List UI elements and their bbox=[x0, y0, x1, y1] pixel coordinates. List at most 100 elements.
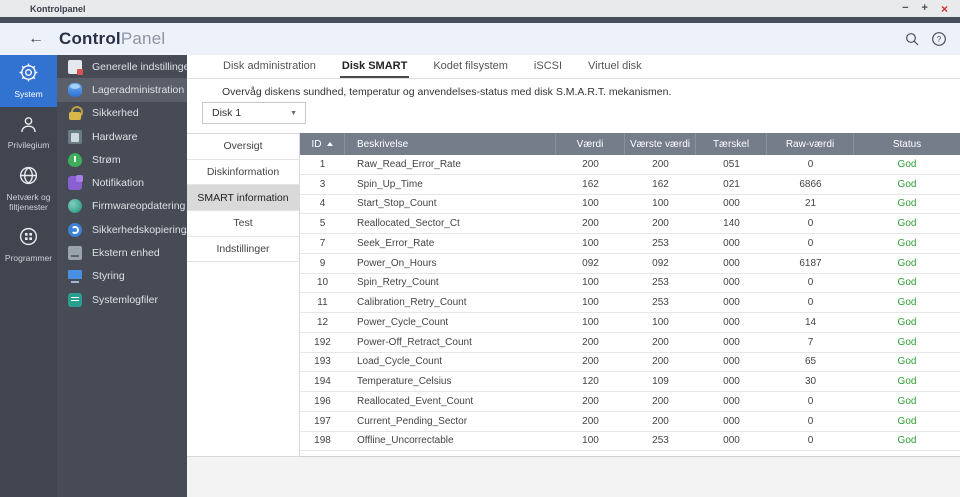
search-icon[interactable] bbox=[904, 31, 920, 47]
table-cell: 021 bbox=[723, 178, 740, 190]
table-cell: 0 bbox=[807, 237, 814, 249]
status-badge: God bbox=[897, 395, 917, 407]
storage-icon bbox=[68, 82, 82, 97]
external-device-icon bbox=[68, 246, 82, 261]
table-cell: 120 bbox=[582, 376, 599, 388]
table-cell: 200 bbox=[582, 415, 599, 427]
table-cell: 000 bbox=[723, 316, 740, 328]
general-settings-icon bbox=[68, 59, 83, 75]
table-row[interactable]: 193 Load_Cycle_Count 200 200 000 65 God bbox=[300, 352, 960, 373]
sidebar-item-notifikation[interactable]: Notifikation bbox=[57, 171, 187, 194]
table-row[interactable]: 197 Current_Pending_Sector 200 200 000 0 God bbox=[300, 411, 960, 432]
table-row[interactable]: 12 Power_Cycle_Count 100 100 000 14 God bbox=[300, 313, 960, 333]
column-header-id[interactable]: ID bbox=[300, 133, 345, 155]
table-cell: 051 bbox=[723, 158, 740, 170]
table-cell: 253 bbox=[652, 435, 669, 447]
table-cell: Offline_Uncorrectable bbox=[357, 435, 454, 447]
table-cell: 192 bbox=[314, 336, 331, 348]
rail-item-programmer[interactable]: Programmer bbox=[0, 219, 57, 271]
apps-icon bbox=[18, 226, 39, 254]
table-cell: 6866 bbox=[799, 178, 822, 190]
table-row[interactable]: 5 Reallocated_Sector_Ct 200 200 140 0 God bbox=[300, 214, 960, 234]
table-cell: 200 bbox=[582, 158, 599, 170]
header-actions: ? bbox=[904, 31, 947, 47]
tab-disk-administration[interactable]: Disk administration bbox=[221, 55, 318, 78]
sidebar-item-lageradministration[interactable]: Lageradministration bbox=[57, 78, 187, 102]
table-row[interactable]: 9 Power_On_Hours 092 092 000 6187 God bbox=[300, 253, 960, 274]
tab-disk-smart[interactable]: Disk SMART bbox=[339, 55, 410, 78]
smart-description: Overvåg diskens sundhed, temperatur og a… bbox=[222, 86, 672, 98]
column-header-status[interactable]: Status bbox=[854, 133, 960, 155]
monitor-icon bbox=[68, 269, 82, 284]
window-title: Kontrolpanel bbox=[30, 3, 86, 14]
sidebar-item-sikkerhed[interactable]: Sikkerhed bbox=[57, 102, 187, 125]
column-header-beskrivelse[interactable]: Beskrivelse bbox=[345, 133, 556, 155]
sidebar-item-ekstern-enhed[interactable]: Ekstern enhed bbox=[57, 241, 187, 264]
column-header-label: Værste værdi bbox=[629, 138, 690, 150]
status-badge: God bbox=[897, 316, 917, 328]
table-cell: 100 bbox=[652, 316, 669, 328]
table-cell: 000 bbox=[723, 257, 740, 269]
sidebar-item-firmwareopdatering[interactable]: Firmwareopdatering bbox=[57, 195, 187, 218]
tab-kodet-filsystem[interactable]: Kodet filsystem bbox=[431, 55, 510, 78]
globe-icon bbox=[18, 165, 39, 193]
disk-select-value: Disk 1 bbox=[212, 107, 242, 119]
rail-item-privilegium[interactable]: Privilegium bbox=[0, 107, 57, 159]
column-header-v-rste-v-rdi[interactable]: Værste værdi bbox=[625, 133, 696, 155]
table-row[interactable]: 4 Start_Stop_Count 100 100 000 21 God bbox=[300, 194, 960, 215]
table-cell: 0 bbox=[807, 395, 814, 407]
tab-iscsi[interactable]: iSCSI bbox=[532, 55, 564, 78]
status-badge: God bbox=[897, 237, 917, 249]
sidebar-item-hardware[interactable]: Hardware bbox=[57, 125, 187, 148]
column-header-raw-v-rdi[interactable]: Raw-værdi bbox=[767, 133, 854, 155]
column-header-v-rdi[interactable]: Værdi bbox=[556, 133, 625, 155]
page-title: ControlPanel bbox=[59, 29, 165, 49]
column-header-label: Beskrivelse bbox=[357, 138, 409, 150]
table-cell: 200 bbox=[582, 395, 599, 407]
help-icon[interactable]: ? bbox=[931, 31, 947, 47]
status-badge: God bbox=[897, 218, 917, 230]
table-row[interactable]: 196 Reallocated_Event_Count 200 200 000 0 God bbox=[300, 392, 960, 412]
sidebar-item-systemlogfiler[interactable]: Systemlogfiler bbox=[57, 288, 187, 311]
submenu-item-diskinformation[interactable]: Diskinformation bbox=[187, 160, 299, 186]
table-cell: 253 bbox=[652, 237, 669, 249]
sidebar-item-styring[interactable]: Styring bbox=[57, 265, 187, 288]
table-cell: 200 bbox=[582, 336, 599, 348]
table-cell: 0 bbox=[807, 277, 814, 289]
table-row[interactable]: 192 Power-Off_Retract_Count 200 200 000 7 God bbox=[300, 332, 960, 353]
back-arrow-icon[interactable]: ← bbox=[28, 31, 44, 47]
table-row[interactable]: 1 Raw_Read_Error_Rate 200 200 051 0 God bbox=[300, 155, 960, 175]
sidebar-item-label: Sikkerhedskopiering/Gen... bbox=[92, 223, 187, 236]
backup-restore-icon bbox=[68, 222, 82, 237]
sidebar-item-label: Styring bbox=[92, 270, 125, 283]
table-cell: 10 bbox=[316, 277, 329, 289]
sidebar-item-str-m[interactable]: Strøm bbox=[57, 148, 187, 171]
sidebar-item-generelle-indstillinger[interactable]: Generelle indstillinger bbox=[57, 55, 187, 78]
table-row[interactable]: 11 Calibration_Retry_Count 100 253 000 0 God bbox=[300, 293, 960, 313]
rail-item-netv-rk-og-filtjenester[interactable]: Netværk og filtjenester bbox=[0, 158, 57, 219]
sidebar-item-sikkerhedskopiering-gen[interactable]: Sikkerhedskopiering/Gen... bbox=[57, 218, 187, 241]
table-cell: 196 bbox=[314, 395, 331, 407]
submenu-item-test[interactable]: Test bbox=[187, 211, 299, 237]
minimize-icon[interactable]: − bbox=[902, 3, 908, 14]
table-cell: 092 bbox=[582, 257, 599, 269]
submenu-item-indstillinger[interactable]: Indstillinger bbox=[187, 237, 299, 263]
column-header-t-rskel[interactable]: Tærskel bbox=[696, 133, 767, 155]
table-row[interactable]: 3 Spin_Up_Time 162 162 021 6866 God bbox=[300, 174, 960, 195]
submenu-item-oversigt[interactable]: Oversigt bbox=[187, 134, 299, 160]
table-row[interactable]: 198 Offline_Uncorrectable 100 253 000 0 God bbox=[300, 431, 960, 452]
table-row[interactable]: 7 Seek_Error_Rate 100 253 000 0 God bbox=[300, 234, 960, 254]
table-row[interactable]: 194 Temperature_Celsius 120 109 000 30 God bbox=[300, 372, 960, 392]
table-header-row: ID Beskrivelse Værdi Værste værdi Tærskel Raw… bbox=[300, 133, 960, 155]
tab-virtuel-disk[interactable]: Virtuel disk bbox=[586, 55, 644, 78]
page-title-bold: Control bbox=[59, 29, 121, 48]
table-cell: 193 bbox=[314, 356, 331, 368]
table-row[interactable]: 10 Spin_Retry_Count 100 253 000 0 God bbox=[300, 273, 960, 294]
close-icon[interactable]: × bbox=[941, 3, 948, 15]
disk-select-dropdown[interactable]: Disk 1 ▼ bbox=[202, 102, 306, 124]
submenu-item-smart-information[interactable]: SMART information bbox=[187, 185, 299, 212]
maximize-icon[interactable]: + bbox=[922, 3, 928, 14]
table-cell: 0 bbox=[807, 218, 814, 230]
table-cell: 000 bbox=[723, 198, 740, 210]
rail-item-system[interactable]: System bbox=[0, 55, 57, 107]
